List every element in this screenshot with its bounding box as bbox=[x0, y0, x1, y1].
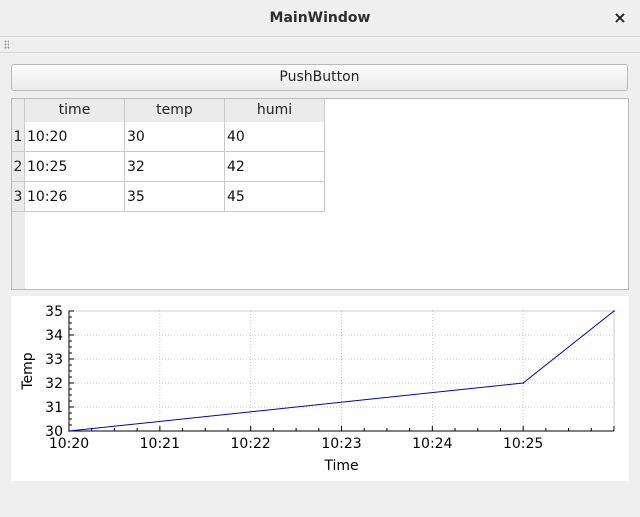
row-header-2[interactable]: 2 bbox=[12, 152, 25, 182]
x-tick-label: 10:20 bbox=[49, 436, 89, 452]
data-table[interactable]: time temp humi 1 10:20 30 40 2 10:25 32 … bbox=[11, 98, 629, 290]
column-header-temp[interactable]: temp bbox=[125, 99, 225, 122]
table-cell[interactable]: 10:26 bbox=[25, 182, 125, 212]
table-cell[interactable]: 40 bbox=[225, 122, 325, 152]
y-tick-label: 33 bbox=[45, 352, 63, 368]
row-header-3[interactable]: 3 bbox=[12, 182, 25, 212]
temperature-chart: 30 31 32 33 34 35 10:20 10:21 10:22 10:23 10:24 10:… bbox=[11, 296, 629, 481]
toolbar-grip-icon[interactable] bbox=[4, 40, 9, 49]
x-tick-label: 10:23 bbox=[321, 436, 361, 452]
data-point bbox=[68, 430, 70, 432]
y-tick-label: 35 bbox=[45, 304, 63, 320]
table-cell[interactable]: 35 bbox=[125, 182, 225, 212]
table-corner-button[interactable] bbox=[12, 99, 25, 122]
window-title: MainWindow bbox=[269, 10, 371, 26]
push-button[interactable]: PushButton bbox=[11, 64, 628, 91]
table-cell[interactable]: 10:25 bbox=[25, 152, 125, 182]
table-cell[interactable]: 32 bbox=[125, 152, 225, 182]
row-header-1[interactable]: 1 bbox=[12, 122, 25, 152]
y-axis-title: Temp bbox=[20, 352, 36, 390]
x-axis-title: Time bbox=[323, 458, 358, 474]
table-cell[interactable]: 30 bbox=[125, 122, 225, 152]
y-tick-label: 34 bbox=[45, 328, 63, 344]
close-icon[interactable]: × bbox=[610, 7, 630, 29]
x-tick-label: 10:24 bbox=[412, 436, 452, 452]
title-bar: MainWindow × bbox=[0, 0, 640, 37]
data-point bbox=[522, 382, 524, 384]
header-empty-area bbox=[325, 99, 628, 122]
y-tick-label: 32 bbox=[45, 376, 63, 392]
chart-svg: 30313233343510:20 10:21 10:22 10:23 10:24 10:… bbox=[20, 304, 615, 474]
column-header-time[interactable]: time bbox=[25, 99, 125, 122]
table-cell[interactable]: 42 bbox=[225, 152, 325, 182]
data-point bbox=[613, 310, 615, 312]
x-tick-label: 10:22 bbox=[230, 436, 270, 452]
table-cell[interactable]: 10:20 bbox=[25, 122, 125, 152]
toolbar bbox=[0, 37, 640, 53]
x-tick-label: 10:25 bbox=[503, 436, 543, 452]
x-tick-label: 10:21 bbox=[140, 436, 180, 452]
column-header-humi[interactable]: humi bbox=[225, 99, 325, 122]
y-tick-label: 31 bbox=[45, 400, 63, 416]
table-cell[interactable]: 45 bbox=[225, 182, 325, 212]
